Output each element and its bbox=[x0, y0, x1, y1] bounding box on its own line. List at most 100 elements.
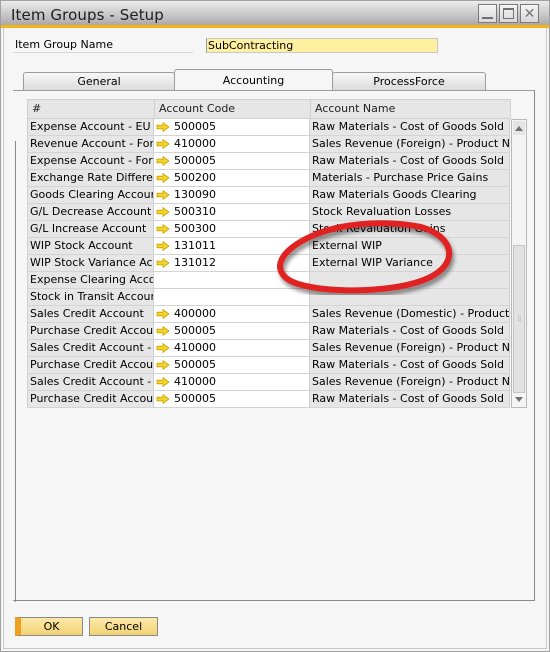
table-row[interactable]: Revenue Account - Foreign 410000 Sales Rev… bbox=[27, 136, 511, 153]
account-type-cell: Stock in Transit Account bbox=[27, 289, 154, 306]
account-name-cell: Raw Materials - Cost of Goods Sold bbox=[310, 357, 510, 374]
account-code-value: 131011 bbox=[174, 239, 216, 252]
account-code-cell[interactable]: 410000 bbox=[154, 340, 310, 357]
title-bar[interactable]: Item Groups - Setup ✕ bbox=[1, 1, 549, 28]
account-code-cell[interactable]: 500005 bbox=[154, 153, 310, 170]
account-code-cell[interactable]: 500005 bbox=[154, 119, 310, 136]
table-row[interactable]: Purchase Credit Account - Foreign 500005 R… bbox=[27, 357, 511, 374]
column-header-account-code[interactable]: Account Code bbox=[155, 100, 311, 119]
scroll-up-button[interactable] bbox=[513, 121, 525, 135]
scroll-down-button[interactable] bbox=[513, 392, 525, 406]
account-name-cell: Materials - Purchase Price Gains bbox=[310, 170, 510, 187]
link-arrow-icon[interactable] bbox=[156, 360, 170, 370]
account-code-cell[interactable]: 131012 bbox=[154, 255, 310, 272]
account-code-cell[interactable] bbox=[154, 272, 310, 289]
link-arrow-icon[interactable] bbox=[156, 241, 170, 251]
account-code-cell[interactable]: 410000 bbox=[154, 136, 310, 153]
account-type-cell: Expense Account - EU bbox=[27, 119, 154, 136]
link-arrow-icon[interactable] bbox=[156, 394, 170, 404]
tab-processforce[interactable]: ProcessForce bbox=[332, 72, 486, 91]
table-row[interactable]: Expense Clearing Account bbox=[27, 272, 511, 289]
account-type-cell: G/L Increase Account bbox=[27, 221, 154, 238]
tab-general[interactable]: General bbox=[23, 72, 175, 91]
close-button[interactable]: ✕ bbox=[520, 4, 539, 23]
account-code-cell[interactable]: 500005 bbox=[154, 391, 310, 408]
table-row[interactable]: WIP Stock Variance Account 131012 External… bbox=[27, 255, 511, 272]
link-arrow-icon[interactable] bbox=[156, 139, 170, 149]
ok-button[interactable]: OK bbox=[15, 617, 83, 636]
link-arrow-icon[interactable] bbox=[156, 309, 170, 319]
account-code-cell[interactable]: 500300 bbox=[154, 221, 310, 238]
table-row[interactable]: Purchase Credit Account - EU 500005 Raw Ma… bbox=[27, 391, 511, 408]
item-groups-setup-window: Item Groups - Setup ✕ Item Group Name Su… bbox=[0, 0, 550, 652]
column-header-account-name[interactable]: Account Name bbox=[311, 100, 511, 119]
account-code-value: 500005 bbox=[174, 392, 216, 405]
account-code-cell[interactable]: 130090 bbox=[154, 187, 310, 204]
account-name-cell: Stock Revaluation Losses bbox=[310, 204, 510, 221]
link-arrow-icon[interactable] bbox=[156, 224, 170, 234]
account-name-cell bbox=[310, 272, 510, 289]
link-arrow-icon[interactable] bbox=[156, 207, 170, 217]
account-code-cell[interactable] bbox=[154, 289, 310, 306]
account-code-value: 500005 bbox=[174, 154, 216, 167]
account-code-value: 410000 bbox=[174, 341, 216, 354]
maximize-button[interactable] bbox=[499, 4, 518, 23]
link-arrow-icon[interactable] bbox=[156, 343, 170, 353]
grid-header: # Account Code Account Name bbox=[27, 99, 511, 119]
account-code-value: 500310 bbox=[174, 205, 216, 218]
account-code-cell[interactable]: 400000 bbox=[154, 306, 310, 323]
link-arrow-icon[interactable] bbox=[156, 326, 170, 336]
table-row[interactable]: Sales Credit Account - Foreign 410000 Sale… bbox=[27, 340, 511, 357]
account-code-value: 500005 bbox=[174, 120, 216, 133]
table-row[interactable]: Sales Credit Account 400000 Sales Revenue … bbox=[27, 306, 511, 323]
account-code-cell[interactable]: 410000 bbox=[154, 374, 310, 391]
link-arrow-icon[interactable] bbox=[156, 156, 170, 166]
account-name-cell: External WIP Variance bbox=[310, 255, 510, 272]
table-row[interactable]: Expense Account - EU 500005 Raw Materials … bbox=[27, 119, 511, 136]
scroll-thumb[interactable]: ⁞⁞ bbox=[513, 245, 525, 393]
table-row[interactable]: Sales Credit Account - EU 410000 Sales Rev… bbox=[27, 374, 511, 391]
item-group-name-input[interactable]: SubContracting bbox=[206, 38, 438, 53]
account-code-cell[interactable]: 500200 bbox=[154, 170, 310, 187]
account-code-value: 500300 bbox=[174, 222, 216, 235]
minimize-icon bbox=[482, 17, 493, 19]
account-name-cell: Raw Materials - Cost of Goods Sold bbox=[310, 323, 510, 340]
column-header-number[interactable]: # bbox=[28, 100, 155, 119]
account-type-cell: Purchase Credit Account - Foreign bbox=[27, 357, 154, 374]
minimize-button[interactable] bbox=[478, 4, 497, 23]
link-arrow-icon[interactable] bbox=[156, 173, 170, 183]
account-type-cell: Exchange Rate Differences bbox=[27, 170, 154, 187]
table-row[interactable]: Expense Account - Foreign 500005 Raw Mater… bbox=[27, 153, 511, 170]
arrow-down-icon bbox=[515, 396, 523, 402]
account-name-cell: Sales Revenue (Foreign) - Product No. 1 bbox=[310, 136, 510, 153]
table-row[interactable]: Exchange Rate Differences 500200 Materials… bbox=[27, 170, 511, 187]
table-row[interactable]: G/L Decrease Account 500310 Stock Revaluat… bbox=[27, 204, 511, 221]
link-arrow-icon[interactable] bbox=[156, 258, 170, 268]
table-row[interactable]: G/L Increase Account 500300 Stock Revaluat… bbox=[27, 221, 511, 238]
table-row[interactable]: Stock in Transit Account bbox=[27, 289, 511, 306]
account-code-cell[interactable]: 500005 bbox=[154, 357, 310, 374]
grid-vertical-scrollbar[interactable]: ⁞⁞ bbox=[511, 119, 527, 408]
account-code-cell[interactable]: 500310 bbox=[154, 204, 310, 221]
link-arrow-icon[interactable] bbox=[156, 190, 170, 200]
account-code-value: 410000 bbox=[174, 137, 216, 150]
account-name-cell: Sales Revenue (Foreign) - Product No. 1 bbox=[310, 374, 510, 391]
table-row[interactable]: WIP Stock Account 131011 External WIP bbox=[27, 238, 511, 255]
account-code-cell[interactable]: 131011 bbox=[154, 238, 310, 255]
account-code-value: 500005 bbox=[174, 324, 216, 337]
table-row[interactable]: Purchase Credit Account 500005 Raw Materia… bbox=[27, 323, 511, 340]
account-name-cell: Raw Materials Goods Clearing bbox=[310, 187, 510, 204]
link-arrow-icon[interactable] bbox=[156, 377, 170, 387]
table-row[interactable]: Goods Clearing Account 130090 Raw Material… bbox=[27, 187, 511, 204]
account-name-cell bbox=[310, 289, 510, 306]
link-arrow-icon[interactable] bbox=[156, 122, 170, 132]
tab-accounting[interactable]: Accounting bbox=[174, 69, 333, 91]
cancel-button[interactable]: Cancel bbox=[89, 617, 158, 636]
account-type-cell: Sales Credit Account - Foreign bbox=[27, 340, 154, 357]
account-code-value: 500005 bbox=[174, 358, 216, 371]
account-type-cell: Purchase Credit Account bbox=[27, 323, 154, 340]
account-name-cell: External WIP bbox=[310, 238, 510, 255]
account-type-cell: Sales Credit Account - EU bbox=[27, 374, 154, 391]
account-code-cell[interactable]: 500005 bbox=[154, 323, 310, 340]
account-code-value: 130090 bbox=[174, 188, 216, 201]
